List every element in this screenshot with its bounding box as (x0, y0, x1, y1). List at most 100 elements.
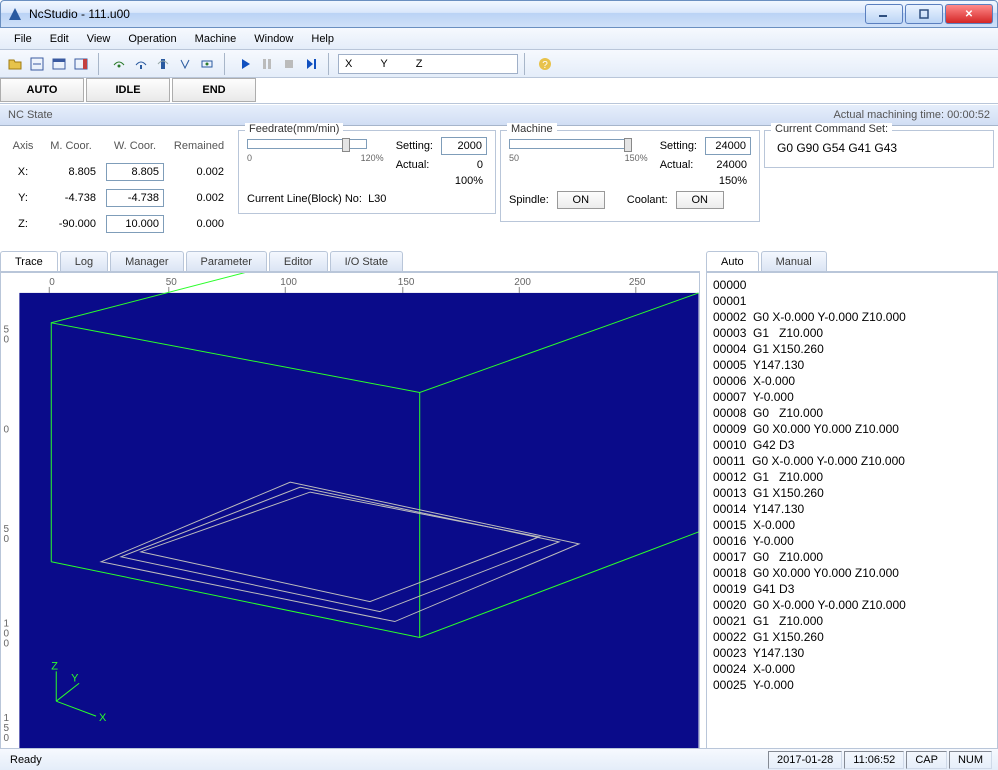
menu-edit[interactable]: Edit (42, 30, 77, 48)
code-line[interactable]: 00025 Y-0.000 (713, 677, 991, 693)
command-set-panel: Current Command Set: G0 G90 G54 G41 G43 (764, 130, 994, 168)
svg-text:250: 250 (629, 277, 646, 288)
y-wcoor[interactable]: -4.738 (106, 189, 164, 207)
code-line[interactable]: 00015 X-0.000 (713, 517, 991, 533)
hdr-wcoor: W. Coor. (106, 140, 164, 152)
signal-icon-1[interactable] (108, 53, 130, 75)
coolant-button[interactable]: ON (676, 191, 724, 209)
mode-idle[interactable]: IDLE (86, 78, 170, 102)
code-line[interactable]: 00009 G0 X0.000 Y0.000 Z10.000 (713, 421, 991, 437)
code-line[interactable]: 00020 G0 X-0.000 Y-0.000 Z10.000 (713, 597, 991, 613)
spindle-setting[interactable]: 24000 (705, 137, 751, 155)
tool-icon-1[interactable] (26, 53, 48, 75)
stop-button[interactable] (278, 53, 300, 75)
code-line[interactable]: 00012 G1 Z10.000 (713, 469, 991, 485)
code-line[interactable]: 00016 Y-0.000 (713, 533, 991, 549)
code-line[interactable]: 00017 G0 Z10.000 (713, 549, 991, 565)
code-line[interactable]: 00024 X-0.000 (713, 661, 991, 677)
svg-text:Y: Y (71, 672, 79, 684)
status-time: 11:06:52 (844, 751, 904, 769)
code-line[interactable]: 00010 G42 D3 (713, 437, 991, 453)
status-ready: Ready (6, 752, 46, 768)
app-icon (7, 6, 23, 22)
step-button[interactable] (300, 53, 322, 75)
z-remained: 0.000 (170, 218, 228, 230)
svg-text:150: 150 (398, 277, 415, 288)
code-line[interactable]: 00004 G1 X150.260 (713, 341, 991, 357)
play-button[interactable] (234, 53, 256, 75)
x-wcoor[interactable]: 8.805 (106, 163, 164, 181)
spindle-button[interactable]: ON (557, 191, 605, 209)
gcode-list[interactable]: 000000000100002 G0 X-0.000 Y-0.000 Z10.0… (706, 272, 998, 751)
machining-time-label: Actual machining time: (833, 109, 944, 121)
code-line[interactable]: 00013 G1 X150.260 (713, 485, 991, 501)
menu-view[interactable]: View (79, 30, 119, 48)
status-num: NUM (949, 751, 992, 769)
svg-text:Z: Z (51, 660, 58, 672)
y-remained: 0.002 (170, 192, 228, 204)
trace-canvas[interactable]: 050100150200250 50 0 50 100 150 (0, 272, 700, 750)
code-line[interactable]: 00008 G0 Z10.000 (713, 405, 991, 421)
code-line[interactable]: 00001 (713, 293, 991, 309)
code-line[interactable]: 00022 G1 X150.260 (713, 629, 991, 645)
svg-text:0: 0 (3, 638, 9, 649)
tool-icon-3[interactable] (70, 53, 92, 75)
tab-manual[interactable]: Manual (761, 251, 827, 271)
menu-file[interactable]: File (6, 30, 40, 48)
tab-trace[interactable]: Trace (0, 251, 58, 271)
tab-auto[interactable]: Auto (706, 251, 759, 271)
code-line[interactable]: 00023 Y147.130 (713, 645, 991, 661)
spindle-setting-label: Setting: (660, 140, 697, 152)
machining-time-value: 00:00:52 (947, 109, 990, 121)
menu-machine[interactable]: Machine (187, 30, 245, 48)
code-line[interactable]: 00002 G0 X-0.000 Y-0.000 Z10.000 (713, 309, 991, 325)
code-line[interactable]: 00014 Y147.130 (713, 501, 991, 517)
code-line[interactable]: 00005 Y147.130 (713, 357, 991, 373)
signal-icon-5[interactable] (196, 53, 218, 75)
help-icon[interactable]: ? (534, 53, 556, 75)
feedrate-setting[interactable]: 2000 (441, 137, 487, 155)
feedrate-panel: Feedrate(mm/min) 0120% Setting: 2000 Act… (238, 130, 496, 214)
code-line[interactable]: 00019 G41 D3 (713, 581, 991, 597)
code-line[interactable]: 00007 Y-0.000 (713, 389, 991, 405)
code-line[interactable]: 00003 G1 Z10.000 (713, 325, 991, 341)
signal-icon-2[interactable] (130, 53, 152, 75)
tool-icon-2[interactable] (48, 53, 70, 75)
machine-legend: Machine (507, 123, 557, 135)
menu-help[interactable]: Help (303, 30, 342, 48)
maximize-button[interactable] (905, 4, 943, 24)
tab-iostate[interactable]: I/O State (330, 251, 403, 271)
spindle-percent: 150% (705, 175, 751, 187)
tab-manager[interactable]: Manager (110, 251, 183, 271)
tab-parameter[interactable]: Parameter (186, 251, 267, 271)
tab-editor[interactable]: Editor (269, 251, 328, 271)
code-line[interactable]: 00011 G0 X-0.000 Y-0.000 Z10.000 (713, 453, 991, 469)
nc-state-label: NC State (8, 109, 53, 121)
coord-display: X Y Z (338, 54, 518, 74)
signal-icon-3[interactable] (152, 53, 174, 75)
menu-operation[interactable]: Operation (120, 30, 184, 48)
y-mcoor: -4.738 (42, 192, 100, 204)
z-wcoor[interactable]: 10.000 (106, 215, 164, 233)
code-line[interactable]: 00021 G1 Z10.000 (713, 613, 991, 629)
code-line[interactable]: 00000 (713, 277, 991, 293)
signal-icon-4[interactable] (174, 53, 196, 75)
minimize-button[interactable] (865, 4, 903, 24)
code-line[interactable]: 00018 G0 X0.000 Y0.000 Z10.000 (713, 565, 991, 581)
svg-text:0: 0 (3, 534, 9, 545)
code-line[interactable]: 00006 X-0.000 (713, 373, 991, 389)
feedrate-slider[interactable] (247, 139, 367, 149)
spindle-slider[interactable] (509, 139, 629, 149)
pause-button[interactable] (256, 53, 278, 75)
mode-auto[interactable]: AUTO (0, 78, 84, 102)
close-button[interactable]: ✕ (945, 4, 993, 24)
left-tabs: Trace Log Manager Parameter Editor I/O S… (0, 250, 700, 272)
svg-text:0: 0 (3, 733, 9, 744)
menu-window[interactable]: Window (246, 30, 301, 48)
open-icon[interactable] (4, 53, 26, 75)
svg-text:200: 200 (514, 277, 531, 288)
mode-end[interactable]: END (172, 78, 256, 102)
tab-log[interactable]: Log (60, 251, 108, 271)
axis-x: X: (10, 166, 36, 178)
svg-text:50: 50 (166, 277, 178, 288)
